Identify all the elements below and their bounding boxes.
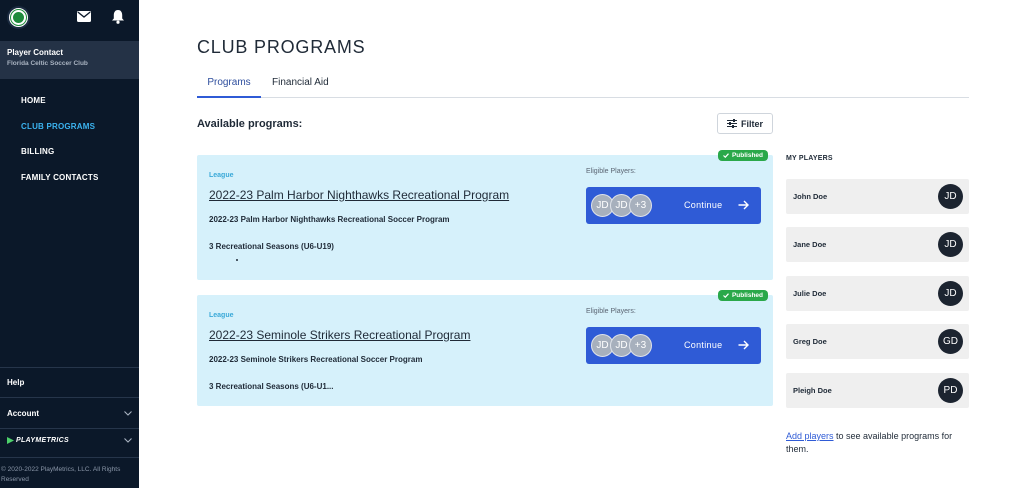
divider: [0, 428, 139, 429]
avatar: JD: [938, 232, 963, 257]
continue-label: Continue: [684, 200, 723, 210]
program-seasons: 3 Recreational Seasons (U6-U1...: [209, 382, 334, 391]
player-name: Julie Doe: [793, 289, 827, 298]
status-badge: Published: [717, 290, 768, 301]
account-context[interactable]: Player Contact Florida Celtic Soccer Clu…: [0, 41, 139, 79]
player-row[interactable]: John Doe JD: [786, 179, 969, 214]
check-icon: [723, 153, 729, 158]
avatar-overflow-count: +3: [629, 334, 652, 357]
player-name: John Doe: [793, 192, 828, 201]
player-row[interactable]: Julie Doe JD: [786, 276, 969, 311]
contact-role: Player Contact: [7, 48, 64, 57]
program-card: League 2022-23 Seminole Strikers Recreat…: [197, 290, 773, 406]
club-logo-emblem: [11, 10, 26, 25]
player-row[interactable]: Jane Doe JD: [786, 227, 969, 262]
divider: [0, 457, 139, 458]
status-label: Published: [731, 152, 763, 159]
program-title-link[interactable]: 2022-23 Palm Harbor Nighthawks Recreatio…: [209, 188, 509, 202]
player-name: Jane Doe: [793, 240, 827, 249]
avatar: JD: [938, 281, 963, 306]
club-logo[interactable]: [7, 6, 30, 29]
brand-menu[interactable]: PLAYMETRICS: [7, 437, 132, 444]
sidebar-nav: HOME CLUB PROGRAMS BILLING FAMILY CONTAC…: [21, 96, 99, 198]
avatar: PD: [938, 378, 963, 403]
tab-programs[interactable]: Programs: [197, 76, 261, 98]
help-link[interactable]: Help: [7, 378, 132, 387]
arrow-right-icon: [738, 200, 749, 210]
avatar: JD: [938, 184, 963, 209]
filter-sliders-icon: [726, 119, 737, 128]
tab-financial-aid[interactable]: Financial Aid: [272, 76, 329, 98]
copyright: © 2020-2022 PlayMetrics, LLC. All Rights…: [1, 466, 121, 483]
mail-icon[interactable]: [77, 11, 91, 22]
eligible-players-label: Eligible Players:: [586, 168, 636, 175]
filter-button[interactable]: Filter: [717, 113, 773, 134]
club-name: Florida Celtic Soccer Club: [7, 60, 88, 67]
program-type: League: [209, 312, 234, 319]
brand-label: PLAYMETRICS: [16, 437, 69, 444]
bell-icon[interactable]: [111, 9, 125, 24]
program-type: League: [209, 172, 234, 179]
add-players-link[interactable]: Add players: [786, 431, 834, 441]
sidebar: Player Contact Florida Celtic Soccer Clu…: [0, 0, 139, 488]
nav-item-billing[interactable]: BILLING: [21, 147, 99, 173]
my-players-heading: MY PLAYERS: [786, 155, 833, 162]
help-label: Help: [7, 378, 25, 387]
tab-bar: Programs Financial Aid: [197, 76, 969, 98]
program-subtitle: 2022-23 Seminole Strikers Recreational S…: [209, 355, 423, 364]
app-root: Player Contact Florida Celtic Soccer Clu…: [0, 0, 1024, 488]
nav-item-club-programs[interactable]: CLUB PROGRAMS: [21, 122, 99, 148]
avatar-overflow-count: +3: [629, 194, 652, 217]
arrow-right-icon: [738, 340, 749, 350]
divider: [0, 367, 139, 368]
account-label: Account: [7, 409, 39, 418]
nav-item-home[interactable]: HOME: [21, 96, 99, 122]
status-label: Published: [731, 292, 763, 299]
player-row[interactable]: Pleigh Doe PD: [786, 373, 969, 408]
program-card: League 2022-23 Palm Harbor Nighthawks Re…: [197, 150, 773, 280]
available-programs-heading: Available programs:: [197, 118, 303, 130]
nav-item-family-contacts[interactable]: FAMILY CONTACTS: [21, 173, 99, 199]
player-name: Greg Doe: [793, 337, 827, 346]
program-seasons: 3 Recreational Seasons (U6-U19): [209, 242, 334, 251]
chevron-down-icon: [124, 438, 132, 443]
program-subtitle: 2022-23 Palm Harbor Nighthawks Recreatio…: [209, 215, 450, 224]
continue-label: Continue: [684, 340, 723, 350]
playmetrics-logo: PLAYMETRICS: [7, 437, 69, 444]
filter-label: Filter: [740, 118, 763, 129]
chevron-down-icon: [124, 411, 132, 416]
continue-button[interactable]: JD JD +3 Continue: [586, 187, 761, 224]
bullet: [236, 259, 238, 261]
program-title-link[interactable]: 2022-23 Seminole Strikers Recreational P…: [209, 328, 470, 342]
account-menu[interactable]: Account: [7, 409, 132, 418]
page-title: CLUB PROGRAMS: [197, 37, 366, 57]
add-players-note: Add players to see available programs fo…: [786, 430, 976, 456]
playmetrics-mark-icon: [7, 437, 14, 444]
player-row[interactable]: Greg Doe GD: [786, 324, 969, 359]
status-badge: Published: [717, 150, 768, 161]
sidebar-header: [0, 0, 139, 36]
check-icon: [723, 293, 729, 298]
continue-button[interactable]: JD JD +3 Continue: [586, 327, 761, 364]
player-name: Pleigh Doe: [793, 386, 832, 395]
avatar: GD: [938, 329, 963, 354]
eligible-players-label: Eligible Players:: [586, 308, 636, 315]
divider: [0, 397, 139, 398]
